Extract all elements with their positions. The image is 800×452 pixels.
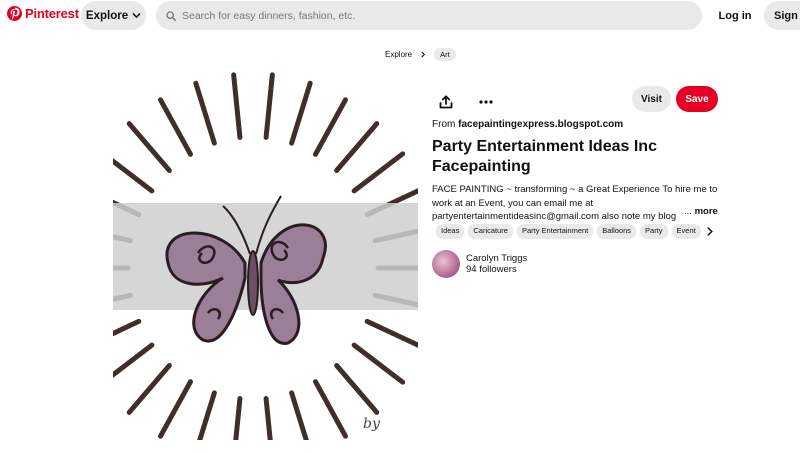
brush-stroke [113,158,155,194]
description-more[interactable]: ... more [683,206,718,217]
chevron-right-icon [707,227,713,236]
tag-list: Ideas Caricature Party Entertainment Bal… [436,224,702,239]
brush-stroke [263,72,275,140]
tag-balloons[interactable]: Balloons [597,224,637,239]
svg-text:by: by [363,416,381,432]
brush-stroke [158,379,193,439]
brush-stroke [289,390,309,440]
pin-author[interactable]: Carolyn Triggs 94 followers [432,250,527,278]
top-nav: Pinterest Explore Log in Sign up [0,0,800,32]
save-button[interactable]: Save [676,86,718,112]
chevron-down-icon [132,13,141,18]
chevron-right-icon [421,51,426,58]
search-icon [166,10,176,21]
brush-stroke [158,97,193,157]
more-options-button[interactable] [472,88,500,116]
author-info: Carolyn Triggs 94 followers [466,253,527,275]
author-name[interactable]: Carolyn Triggs [466,253,527,264]
pin-image[interactable]: by [113,68,418,440]
breadcrumb-explore[interactable]: Explore [385,50,412,59]
brush-stroke [313,97,348,157]
brush-stroke [193,80,217,146]
signup-button[interactable]: Sign up [764,1,800,30]
brush-stroke [233,396,243,440]
visit-button[interactable]: Visit [632,86,671,112]
brush-stroke [113,342,155,378]
brush-stroke [334,363,380,415]
more-ellipsis: ... [684,206,692,217]
brush-stroke [313,379,348,439]
pin-actions [432,88,500,116]
source-link[interactable]: facepaintingexpress.blogspot.com [458,119,623,130]
explore-label: Explore [85,9,129,22]
pin-description: FACE PAINTING ~ transforming ~ a Great E… [432,183,720,223]
logo-text: Pinterest [25,6,79,21]
search-input[interactable] [182,9,682,22]
pinterest-logo-icon [7,6,22,21]
brush-stroke [351,151,406,194]
brush-stroke [364,318,418,348]
tag-party[interactable]: Party [640,224,668,239]
search-bar[interactable] [156,1,702,30]
login-button[interactable]: Log in [712,1,758,30]
share-button[interactable] [432,88,460,116]
source-prefix: From [432,119,459,130]
more-options-icon [479,100,493,104]
tag-ideas[interactable]: Ideas [436,224,465,239]
brush-stroke [126,121,172,173]
tags-next-button[interactable] [704,224,716,239]
tag-party-entertainment[interactable]: Party Entertainment [516,224,594,239]
brush-stroke [351,342,406,385]
tag-caricature[interactable]: Caricature [468,224,513,239]
brush-stroke [197,390,217,440]
description-text: FACE PAINTING ~ transforming ~ a Great E… [432,184,718,222]
brush-stroke [334,121,380,173]
more-label: more [694,206,718,217]
pin-title: Party Entertainment Ideas Inc Facepainti… [432,138,657,175]
brush-stroke [231,72,243,140]
author-followers: 94 followers [466,264,517,275]
brush-stroke [289,80,313,146]
breadcrumb-art[interactable]: Art [434,48,456,61]
brush-stroke [263,396,273,440]
share-icon [439,95,453,109]
butterfly-image: by [113,72,418,440]
avatar[interactable] [432,250,460,278]
explore-button[interactable]: Explore [81,1,146,30]
pinterest-logo[interactable]: Pinterest [7,6,79,21]
tag-event[interactable]: Event [671,224,701,239]
brush-stroke [126,363,172,415]
brush-stroke [113,318,142,337]
breadcrumb: Explore Art [385,48,456,61]
pin-source: From facepaintingexpress.blogspot.com [432,119,623,130]
